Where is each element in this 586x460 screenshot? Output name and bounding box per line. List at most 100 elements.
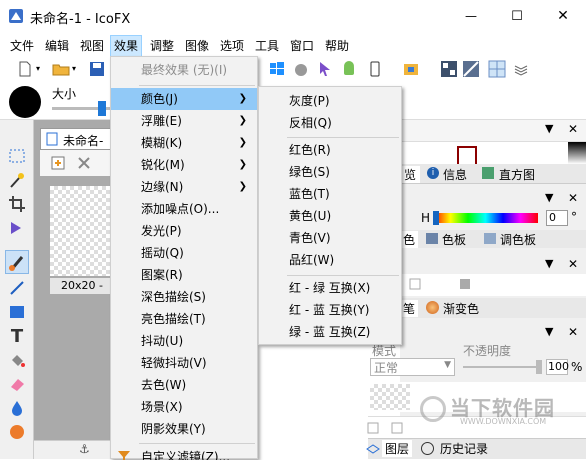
tab-palette[interactable]: 色板 — [442, 231, 466, 248]
menu-file[interactable]: 文件 — [9, 37, 35, 55]
chevron-down-icon[interactable]: ▼ — [545, 122, 553, 135]
menu-item-jitter[interactable]: 抖动(U) — [111, 330, 257, 352]
save-icon[interactable] — [458, 277, 472, 291]
move-tool[interactable] — [5, 216, 29, 240]
menu-tools[interactable]: 工具 — [254, 37, 280, 55]
open-folder-icon[interactable] — [52, 60, 70, 78]
menu-item-add-noise[interactable]: 添加噪点(O)... — [111, 198, 257, 220]
close-button[interactable]: ✕ — [540, 0, 586, 32]
menu-item-color[interactable]: 颜色(J) ❯ — [111, 88, 257, 110]
submenu-item-grayscale[interactable]: 灰度(P) — [259, 90, 401, 112]
chevron-down-icon[interactable]: ▼ — [545, 257, 553, 270]
chevron-down-icon[interactable]: ▼ — [545, 325, 553, 338]
delete-icon[interactable] — [76, 155, 92, 171]
brush-tool[interactable] — [5, 250, 29, 274]
menu-view[interactable]: 视图 — [79, 37, 105, 55]
image-folder-icon[interactable] — [402, 60, 420, 78]
layer-thumbnail[interactable] — [370, 384, 410, 410]
submenu-item-magenta[interactable]: 品红(W) — [259, 249, 401, 271]
hue-input[interactable]: 0 — [546, 210, 568, 226]
eraser-tool[interactable] — [5, 372, 29, 396]
submenu-item-cyan[interactable]: 青色(V) — [259, 227, 401, 249]
menu-options[interactable]: 选项 — [219, 37, 245, 55]
fill-tool[interactable] — [5, 348, 29, 372]
submenu-item-red[interactable]: 红色(R) — [259, 139, 401, 161]
menu-item-dark-stroke[interactable]: 深色描绘(S) — [111, 286, 257, 308]
layers-icon[interactable] — [512, 60, 530, 78]
maximize-button[interactable]: ☐ — [494, 0, 540, 32]
chevron-down-icon[interactable]: ▼ — [545, 191, 553, 204]
blend-mode-select[interactable]: 正常 ▼ — [370, 358, 455, 376]
menu-item-glow[interactable]: 发光(P) — [111, 220, 257, 242]
menu-item-pattern[interactable]: 图案(R) — [111, 264, 257, 286]
close-panel-icon[interactable]: ✕ — [568, 325, 578, 339]
canvas-preview[interactable] — [50, 186, 114, 276]
duplicate-icon[interactable] — [390, 421, 404, 435]
submenu-item-invert[interactable]: 反相(Q) — [259, 112, 401, 134]
opacity-input[interactable]: 100 — [546, 359, 569, 375]
save-icon[interactable] — [88, 60, 106, 78]
menu-item-slight-jitter[interactable]: 轻微抖动(V) — [111, 352, 257, 374]
opacity-slider[interactable] — [463, 366, 540, 368]
submenu-item-green[interactable]: 绿色(S) — [259, 161, 401, 183]
menu-item-emboss[interactable]: 浮雕(E) ❯ — [111, 110, 257, 132]
pattern-icon[interactable] — [462, 60, 480, 78]
submenu-item-swap-red-green[interactable]: 红 - 绿 互换(X) — [259, 277, 401, 299]
tab-color[interactable]: 色 — [400, 231, 419, 248]
line-tool[interactable] — [5, 276, 29, 300]
document-tab[interactable]: 未命名- — [40, 128, 114, 150]
new-file-icon[interactable] — [16, 60, 34, 78]
minimize-button[interactable]: — — [448, 0, 494, 32]
magic-wand-tool[interactable] — [5, 168, 29, 192]
android-icon[interactable] — [340, 60, 358, 78]
menu-item-light-stroke[interactable]: 亮色描绘(T) — [111, 308, 257, 330]
crop-tool[interactable] — [5, 192, 29, 216]
menu-item-custom-filter[interactable]: 自定义滤镜(Z)... — [111, 446, 257, 460]
chevron-down-icon[interactable]: ▾ — [72, 64, 76, 73]
menu-adjust[interactable]: 调整 — [149, 37, 175, 55]
rectangle-tool[interactable] — [5, 300, 29, 324]
opacity-slider-thumb[interactable] — [536, 360, 542, 374]
tab-history[interactable]: 历史记录 — [440, 440, 488, 457]
submenu-item-swap-green-blue[interactable]: 绿 - 蓝 互换(Z) — [259, 321, 401, 343]
mobile-icon[interactable] — [366, 60, 384, 78]
menu-help[interactable]: 帮助 — [324, 37, 350, 55]
close-panel-icon[interactable]: ✕ — [568, 257, 578, 271]
menu-image[interactable]: 图像 — [184, 37, 210, 55]
tab-info[interactable]: 信息 — [443, 166, 467, 183]
close-panel-icon[interactable]: ✕ — [568, 191, 578, 205]
menu-item-scene[interactable]: 场景(X) — [111, 396, 257, 418]
edit-icon[interactable] — [408, 277, 422, 291]
menu-item-blur[interactable]: 模糊(K) ❯ — [111, 132, 257, 154]
tab-color-palette[interactable]: 调色板 — [500, 231, 536, 248]
menu-effects[interactable]: 效果 — [110, 35, 143, 57]
menu-item-shadow[interactable]: 阴影效果(Y) — [111, 418, 257, 440]
menu-window[interactable]: 窗口 — [289, 37, 315, 55]
new-layer-icon[interactable] — [366, 421, 380, 435]
apple-icon[interactable] — [292, 60, 310, 78]
text-tool[interactable]: T — [5, 324, 29, 348]
windows-icon[interactable] — [268, 60, 286, 78]
menu-item-sharpen[interactable]: 锐化(M) ❯ — [111, 154, 257, 176]
cursor-icon[interactable] — [316, 60, 334, 78]
tab-layers[interactable]: 图层 — [382, 440, 413, 457]
extra-tool[interactable] — [5, 420, 29, 444]
hue-slider-thumb[interactable] — [433, 211, 439, 225]
blur-tool[interactable] — [5, 396, 29, 420]
new-layer-icon[interactable] — [50, 155, 66, 171]
hue-slider[interactable] — [433, 213, 538, 223]
menu-edit[interactable]: 编辑 — [44, 37, 70, 55]
tab-brush[interactable]: 笔 — [400, 300, 419, 317]
tab-gradient[interactable]: 渐变色 — [443, 300, 479, 317]
chevron-down-icon[interactable]: ▾ — [36, 64, 40, 73]
menu-item-desaturate[interactable]: 去色(W) — [111, 374, 257, 396]
menu-item-edge[interactable]: 边缘(N) ❯ — [111, 176, 257, 198]
menu-item-final-effect[interactable]: 最终效果 (无)(I) — [111, 59, 257, 81]
submenu-item-blue[interactable]: 蓝色(T) — [259, 183, 401, 205]
submenu-item-swap-red-blue[interactable]: 红 - 蓝 互换(Y) — [259, 299, 401, 321]
slider-thumb[interactable] — [98, 101, 106, 116]
select-tool[interactable] — [5, 144, 29, 168]
checker-icon[interactable] — [440, 60, 458, 78]
close-panel-icon[interactable]: ✕ — [568, 122, 578, 136]
submenu-item-yellow[interactable]: 黄色(U) — [259, 205, 401, 227]
